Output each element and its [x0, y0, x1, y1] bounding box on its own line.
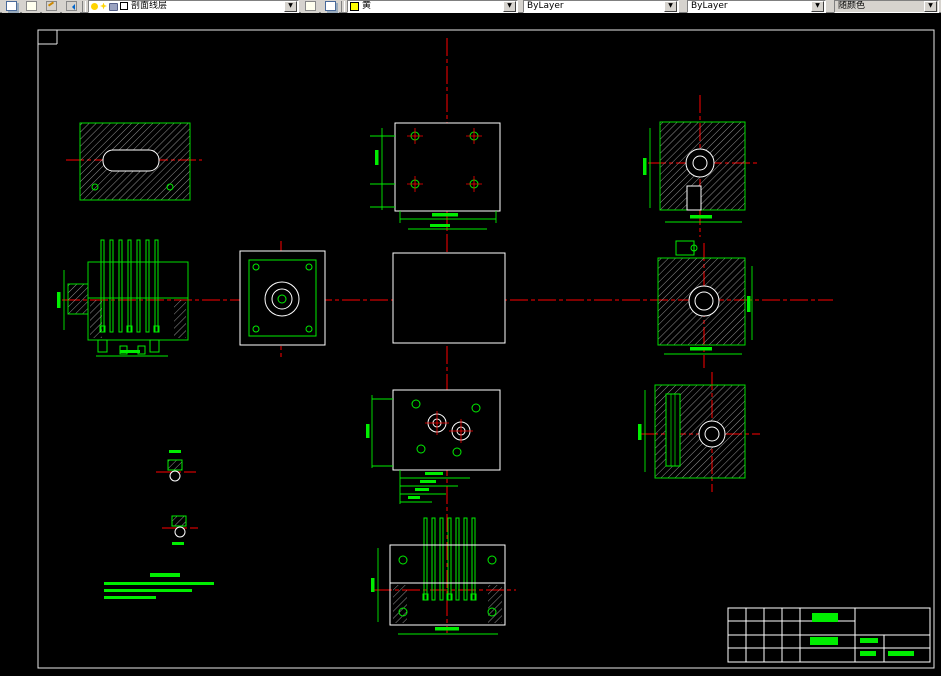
view-bottom-plate-holes[interactable]	[366, 389, 501, 504]
layer-states-icon	[304, 1, 316, 11]
color-swatch-icon	[350, 1, 359, 11]
make-object-layer-current-button[interactable]	[42, 0, 60, 13]
view-bottom-ejector[interactable]	[371, 517, 506, 635]
layer-previous-icon	[65, 1, 77, 11]
layer-manager-icon	[25, 1, 37, 11]
layers-properties-icon	[5, 1, 17, 11]
view-cavity-plate[interactable]	[392, 252, 506, 344]
layer-dropdown[interactable]: 剖面线层 ▼	[88, 0, 299, 13]
detail-b[interactable]	[171, 515, 187, 545]
view-ejector-side[interactable]	[57, 239, 189, 357]
cad-drawing[interactable]	[0, 13, 941, 676]
drawing-canvas[interactable]	[0, 13, 941, 676]
layer-states-button[interactable]	[301, 0, 319, 13]
layer-dropdown-arrow[interactable]: ▼	[284, 0, 297, 12]
linetype-dropdown[interactable]: ByLayer ▼	[523, 0, 679, 13]
plotstyle-dropdown-value: 随颜色	[838, 1, 866, 11]
toolbar-separator	[82, 0, 86, 12]
color-dropdown[interactable]: 黄 ▼	[347, 0, 518, 13]
color-dropdown-value: 黄	[362, 1, 372, 11]
linetype-dropdown-arrow[interactable]: ▼	[664, 0, 677, 12]
layer-dropdown-value: 剖面线层	[131, 1, 168, 11]
detail-a[interactable]	[167, 450, 183, 482]
plotstyle-dropdown[interactable]: 随颜色 ▼	[834, 0, 939, 13]
view-center-plate[interactable]	[239, 250, 326, 346]
layer-previous-button[interactable]	[62, 0, 80, 13]
linetype-dropdown-value: ByLayer	[527, 1, 564, 11]
layer-isolate-button[interactable]	[321, 0, 339, 13]
title-block	[727, 607, 931, 663]
lineweight-dropdown[interactable]: ByLayer ▼	[687, 0, 826, 13]
view-right-section[interactable]	[657, 240, 753, 355]
view-top-right-section[interactable]	[643, 121, 746, 223]
layer-toolbar: 剖面线层 ▼ 黄 ▼ ByLayer ▼ ByLayer ▼ 随颜色 ▼	[0, 0, 941, 13]
view-top-clamp-plate[interactable]	[79, 122, 191, 201]
layer-manager-button[interactable]	[22, 0, 40, 13]
view-bottom-right-section[interactable]	[638, 384, 746, 479]
make-layer-current-icon	[45, 1, 57, 11]
toolbar-separator	[341, 0, 345, 12]
layer-properties-button[interactable]	[2, 0, 20, 13]
plotstyle-dropdown-arrow[interactable]: ▼	[924, 0, 937, 12]
lineweight-dropdown-value: ByLayer	[691, 1, 728, 11]
view-top-plate-holes[interactable]	[370, 122, 501, 230]
layer-color-chip-icon[interactable]	[120, 2, 128, 10]
layer-thaw-sun-icon[interactable]	[100, 2, 107, 10]
lineweight-dropdown-arrow[interactable]: ▼	[811, 0, 824, 12]
layer-on-bulb-icon[interactable]	[91, 2, 98, 10]
layer-unlock-lock-icon[interactable]	[109, 2, 118, 11]
color-dropdown-arrow[interactable]: ▼	[503, 0, 516, 12]
notes-text-block	[104, 573, 214, 599]
layer-isolate-icon	[324, 1, 336, 11]
